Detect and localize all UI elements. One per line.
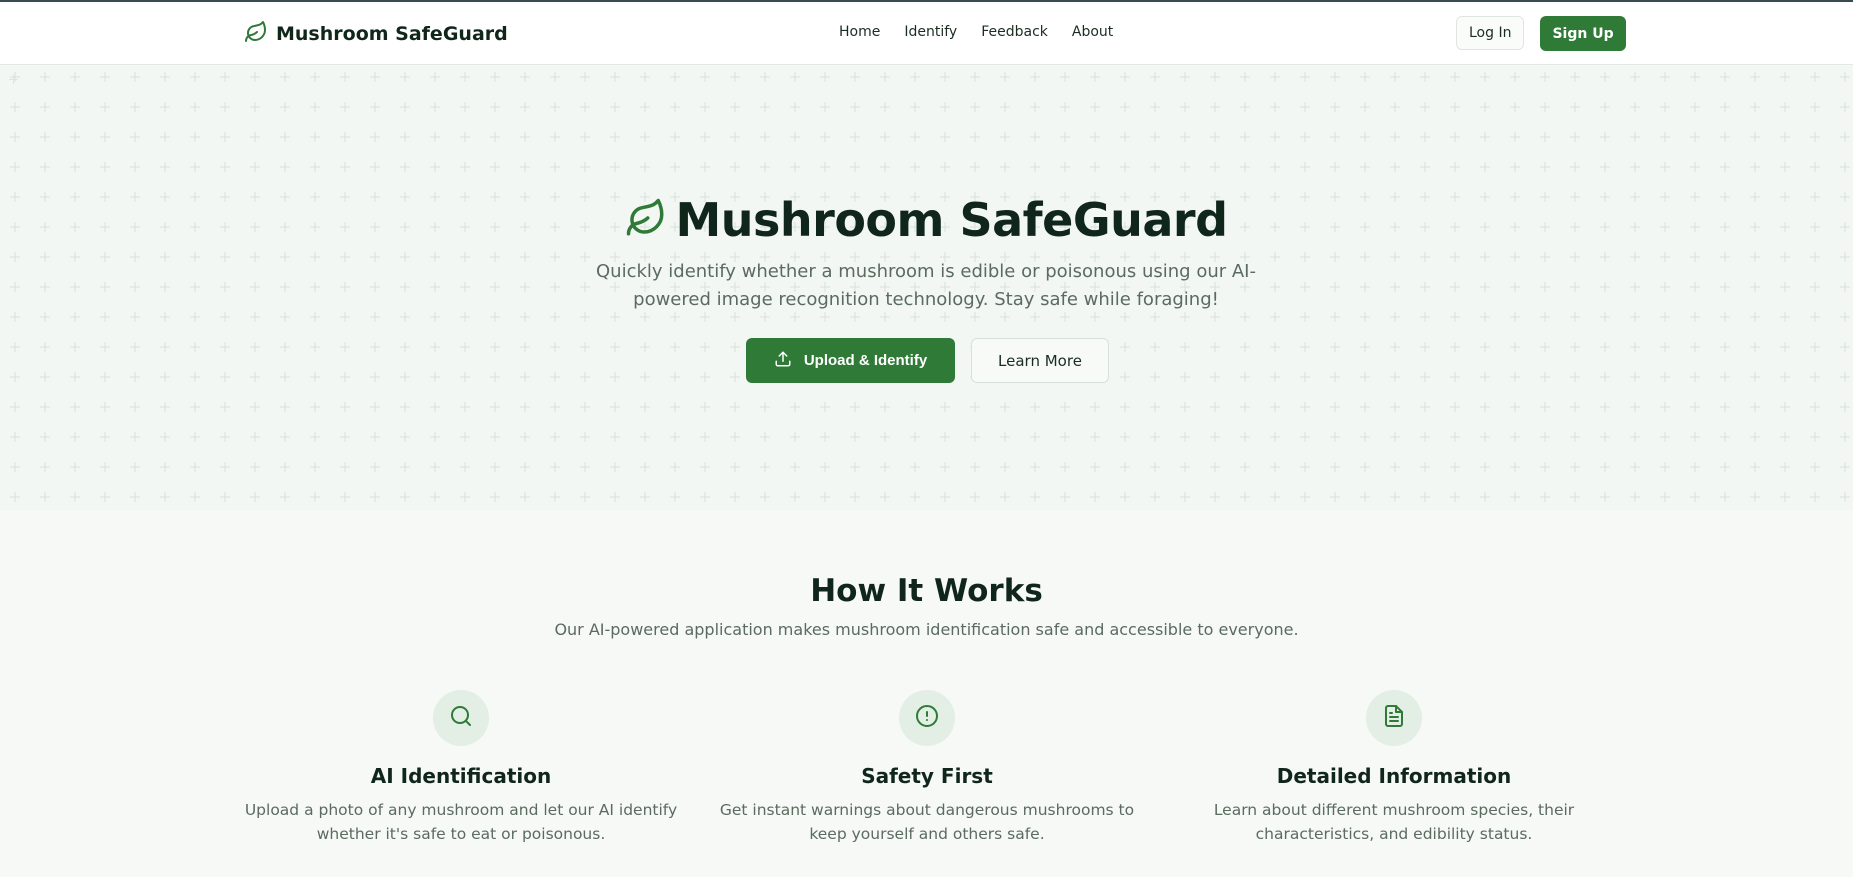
hero-subtitle: Quickly identify whether a mushroom is e… — [596, 261, 1256, 310]
hero-section: Mushroom SafeGuard Quickly identify whet… — [0, 66, 1853, 510]
feature-card-detailed-information: Detailed Information Learn about differe… — [1174, 690, 1614, 846]
brand-name: Mushroom SafeGuard — [276, 23, 508, 45]
nav-feedback[interactable]: Feedback — [981, 24, 1048, 40]
main-nav: Home Identify Feedback About — [839, 24, 1113, 40]
feature-description: Learn about different mushroom species, … — [1213, 801, 1575, 843]
hero-title: Mushroom SafeGuard — [675, 193, 1228, 247]
nav-about[interactable]: About — [1072, 24, 1113, 40]
feature-title: Safety First — [861, 764, 993, 788]
learn-more-button[interactable]: Learn More — [971, 338, 1109, 383]
feature-title: Detailed Information — [1276, 764, 1512, 788]
how-it-works-title: How It Works — [810, 573, 1043, 609]
signup-button[interactable]: Sign Up — [1540, 16, 1626, 51]
feature-card-ai-identification: AI Identification Upload a photo of any … — [241, 690, 681, 846]
auth-actions: Log In Sign Up — [1456, 16, 1626, 51]
feature-icon-badge — [433, 690, 489, 746]
top-navbar: Mushroom SafeGuard Home Identify Feedbac… — [0, 2, 1853, 65]
hero-heading: Mushroom SafeGuard — [0, 193, 1853, 247]
upload-icon — [774, 350, 792, 372]
upload-identify-label: Upload & Identify — [803, 352, 928, 369]
how-it-works-subtitle: Our AI-powered application makes mushroo… — [554, 620, 1299, 639]
leaf-icon — [244, 20, 268, 48]
file-text-icon — [1382, 704, 1406, 732]
feature-card-safety-first: Safety First Get instant warnings about … — [707, 690, 1147, 846]
feature-title: AI Identification — [370, 764, 552, 788]
feature-icon-badge — [1366, 690, 1422, 746]
nav-home[interactable]: Home — [839, 24, 880, 40]
hero-actions: Upload & Identify Learn More — [746, 338, 1109, 383]
nav-identify[interactable]: Identify — [904, 24, 957, 40]
search-icon — [449, 704, 473, 732]
feature-description: Upload a photo of any mushroom and let o… — [244, 801, 678, 843]
brand-logo-link[interactable]: Mushroom SafeGuard — [244, 20, 508, 48]
feature-icon-badge — [899, 690, 955, 746]
alert-circle-icon — [915, 704, 939, 732]
upload-identify-button[interactable]: Upload & Identify — [746, 338, 955, 383]
login-button[interactable]: Log In — [1456, 16, 1525, 50]
leaf-icon — [625, 197, 667, 243]
feature-description: Get instant warnings about dangerous mus… — [719, 801, 1135, 843]
